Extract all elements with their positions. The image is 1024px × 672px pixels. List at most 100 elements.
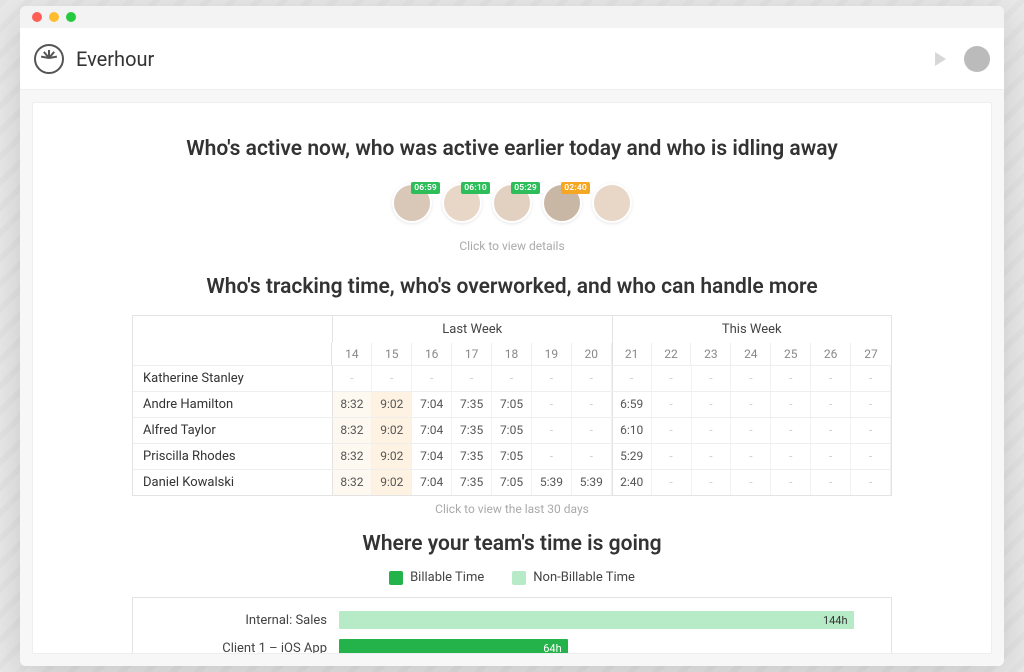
time-cell: - <box>572 418 612 443</box>
time-cell: 8:32 <box>333 418 373 443</box>
time-cell: 7:35 <box>452 418 492 443</box>
day-header-cell: 26 <box>811 343 851 365</box>
window-maximize-dot[interactable] <box>66 12 76 22</box>
time-cell: - <box>731 418 771 443</box>
day-header-cell: 20 <box>572 343 612 365</box>
time-cell: 7:05 <box>492 470 532 495</box>
time-cell: - <box>333 366 373 391</box>
time-cell: 8:32 <box>333 444 373 469</box>
user-avatar[interactable]: 06:59 <box>392 183 432 223</box>
time-cell: 7:04 <box>412 392 452 417</box>
table-row[interactable]: Katherine Stanley-------------- <box>133 365 891 391</box>
person-name-cell: Alfred Taylor <box>133 418 333 443</box>
time-cell: 6:10 <box>612 418 652 443</box>
timer-badge: 06:10 <box>461 182 490 194</box>
time-cell: - <box>851 418 891 443</box>
timer-badge: 05:29 <box>511 182 540 194</box>
window-close-dot[interactable] <box>32 12 42 22</box>
legend-nonbillable-swatch <box>512 571 526 585</box>
time-cell: - <box>811 444 851 469</box>
time-cell: - <box>652 366 692 391</box>
table-row[interactable]: Andre Hamilton8:329:027:047:357:05--6:59… <box>133 391 891 417</box>
last-week-header: Last Week <box>333 316 613 343</box>
this-week-header: This Week <box>613 316 892 343</box>
table-row[interactable]: Priscilla Rhodes8:329:027:047:357:05--5:… <box>133 443 891 469</box>
table-row[interactable]: Alfred Taylor8:329:027:047:357:05--6:10-… <box>133 417 891 443</box>
time-cell: - <box>692 444 732 469</box>
time-cell: 7:05 <box>492 392 532 417</box>
time-cell: - <box>692 470 732 495</box>
time-cell: - <box>652 444 692 469</box>
timer-badge: 02:40 <box>561 182 590 194</box>
legend-billable-label: Billable Time <box>410 570 484 585</box>
dashboard-card: Who's active now, who was active earlier… <box>32 102 992 654</box>
day-header-cell: 23 <box>691 343 731 365</box>
user-avatar[interactable]: 02:40 <box>542 183 582 223</box>
time-cell: - <box>731 444 771 469</box>
window-minimize-dot[interactable] <box>49 12 59 22</box>
person-name-cell: Priscilla Rhodes <box>133 444 333 469</box>
user-avatar[interactable] <box>592 183 632 223</box>
active-user-avatars: 06:5906:1005:2902:40 <box>392 183 632 223</box>
current-user-avatar[interactable] <box>964 46 990 72</box>
section-time-going-title: Where your team's time is going <box>362 532 661 556</box>
time-cell: 9:02 <box>372 444 412 469</box>
legend-billable-swatch <box>389 571 403 585</box>
day-header-cell: 24 <box>731 343 771 365</box>
time-distribution-chart[interactable]: Internal: Sales144h Client 1 – iOS App64h… <box>132 597 892 654</box>
time-cell: - <box>851 470 891 495</box>
chart-legend: Billable Time Non-Billable Time <box>389 570 635 585</box>
content-area: Who's active now, who was active earlier… <box>20 90 1004 666</box>
day-header-cell: 18 <box>492 343 532 365</box>
time-cell: - <box>532 418 572 443</box>
person-name-cell: Katherine Stanley <box>133 366 333 391</box>
time-cell: - <box>492 366 532 391</box>
time-cell: - <box>731 366 771 391</box>
chart-bar-row[interactable]: Client 1 – iOS App64h <box>149 636 875 654</box>
brand-name[interactable]: Everhour <box>76 47 154 71</box>
time-cell: - <box>572 392 612 417</box>
day-header-cell: 19 <box>532 343 572 365</box>
time-cell: - <box>731 392 771 417</box>
time-cell: 7:05 <box>492 444 532 469</box>
time-cell: 7:35 <box>452 470 492 495</box>
play-timer-icon[interactable] <box>935 52 946 66</box>
name-column-header <box>133 316 333 343</box>
section-tracking-title: Who's tracking time, who's overworked, a… <box>206 275 817 299</box>
time-cell: 9:02 <box>372 418 412 443</box>
time-cell: - <box>771 366 811 391</box>
user-avatar[interactable]: 05:29 <box>492 183 532 223</box>
time-cell: - <box>811 418 851 443</box>
time-cell: - <box>412 366 452 391</box>
week-header-row: Last Week This Week <box>133 316 891 343</box>
hint-view-details[interactable]: Click to view details <box>459 239 564 253</box>
time-cell: - <box>692 366 732 391</box>
time-cell: - <box>771 418 811 443</box>
user-avatar[interactable]: 06:10 <box>442 183 482 223</box>
everhour-logo-icon[interactable] <box>34 44 64 74</box>
hint-30-days[interactable]: Click to view the last 30 days <box>435 502 589 516</box>
time-cell: - <box>811 470 851 495</box>
chart-bar-row[interactable]: Internal: Sales144h <box>149 608 875 632</box>
time-cell: - <box>811 366 851 391</box>
time-cell: 6:59 <box>612 392 652 417</box>
legend-nonbillable-label: Non-Billable Time <box>533 570 635 585</box>
time-cell: 7:05 <box>492 418 532 443</box>
time-cell: 5:39 <box>532 470 572 495</box>
time-cell: 8:32 <box>333 470 373 495</box>
table-row[interactable]: Daniel Kowalski8:329:027:047:357:055:395… <box>133 469 891 495</box>
legend-nonbillable: Non-Billable Time <box>512 570 635 585</box>
time-cell: - <box>532 444 572 469</box>
day-header-cell: 15 <box>372 343 412 365</box>
time-cell: 7:04 <box>412 444 452 469</box>
time-cell: 5:39 <box>572 470 612 495</box>
time-cell: - <box>652 418 692 443</box>
time-cell: - <box>372 366 412 391</box>
person-name-cell: Andre Hamilton <box>133 392 333 417</box>
time-cell: - <box>652 392 692 417</box>
time-cell: 7:35 <box>452 444 492 469</box>
time-cell: 2:40 <box>612 470 652 495</box>
time-cell: - <box>771 444 811 469</box>
bar-track: 144h <box>339 610 875 630</box>
timesheet-table[interactable]: Last Week This Week 14151617181920212223… <box>132 315 892 496</box>
